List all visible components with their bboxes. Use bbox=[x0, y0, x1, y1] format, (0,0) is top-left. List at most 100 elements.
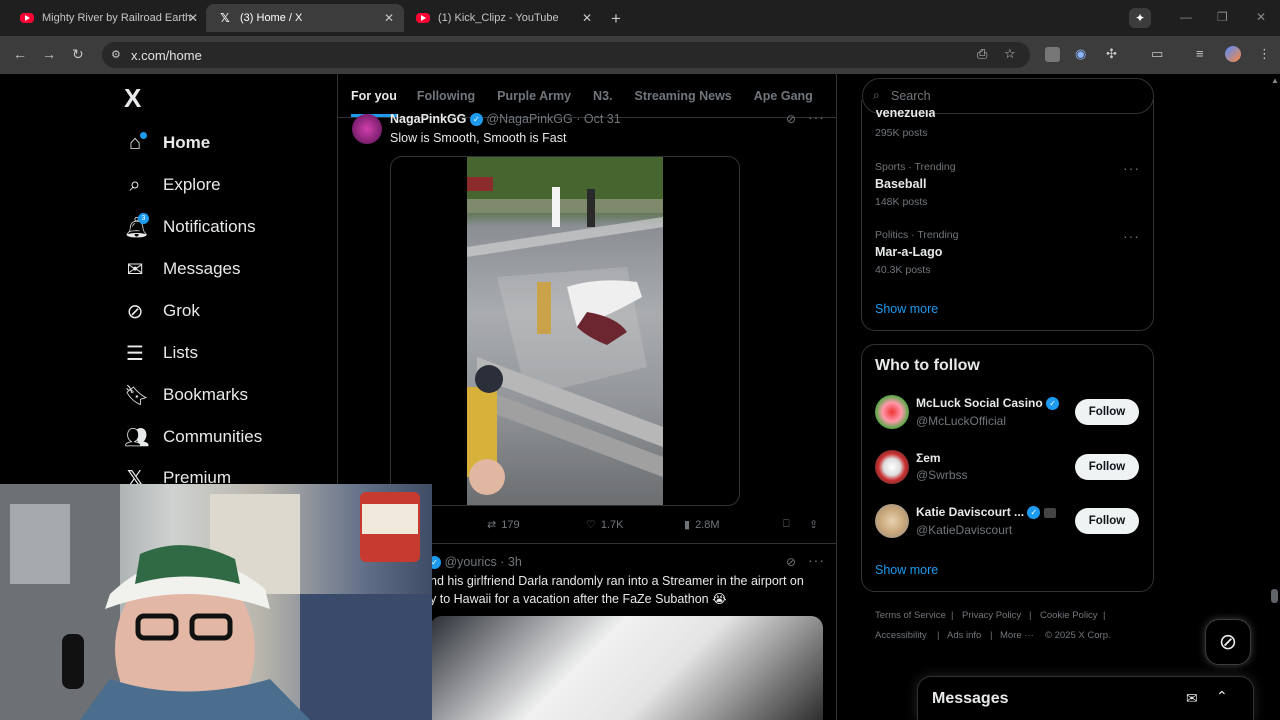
messages-drawer[interactable]: Messages ✉ ⌃ bbox=[917, 676, 1254, 720]
footer-ads[interactable]: Ads info bbox=[947, 630, 981, 641]
who-name[interactable]: McLuck Social Casino ✓ bbox=[916, 396, 1060, 411]
trend-name[interactable]: Baseball bbox=[875, 177, 926, 191]
who-handle[interactable]: @McLuckOfficial bbox=[916, 414, 1006, 428]
grok-icon[interactable]: ⊘ bbox=[786, 112, 796, 126]
nav-item-grok[interactable]: ⊘ Grok bbox=[124, 297, 200, 325]
scrollbar[interactable] bbox=[1270, 74, 1280, 720]
site-info-icon[interactable]: ⚙ bbox=[111, 48, 121, 61]
views-button[interactable]: ▮ 2.8M bbox=[684, 518, 720, 532]
tab-ape-gang[interactable]: Ape Gang bbox=[754, 89, 813, 103]
avatar[interactable] bbox=[352, 114, 382, 144]
install-app-icon[interactable]: ⎙ bbox=[977, 46, 987, 62]
grok-icon[interactable]: ⊘ bbox=[786, 555, 796, 569]
menu-kebab-icon[interactable]: ⋮ bbox=[1258, 46, 1271, 62]
author-handle[interactable]: @yourics bbox=[444, 555, 496, 569]
like-button[interactable]: ♡ 1.7K bbox=[586, 518, 624, 532]
footer-more[interactable]: More ··· bbox=[1000, 630, 1034, 641]
more-icon[interactable]: ··· bbox=[808, 109, 825, 125]
back-icon[interactable]: ← bbox=[13, 46, 27, 62]
who-name[interactable]: Katie Daviscourt ... ✓ bbox=[916, 505, 1056, 520]
tweet-media[interactable] bbox=[430, 616, 823, 720]
tab-following[interactable]: Following bbox=[417, 89, 475, 103]
who-handle[interactable]: @Swrbss bbox=[916, 468, 968, 482]
avatar[interactable] bbox=[875, 395, 909, 429]
sidepanel-icon[interactable]: ▭ bbox=[1151, 46, 1163, 62]
share-icon: ⇪ bbox=[809, 519, 819, 531]
x-logo-icon[interactable]: X bbox=[124, 83, 141, 114]
footer-separator: | bbox=[990, 630, 993, 641]
footer-terms[interactable]: Terms of Service bbox=[875, 610, 946, 621]
tab-for-you[interactable]: For you bbox=[351, 75, 397, 117]
profile-avatar[interactable] bbox=[1225, 46, 1241, 62]
extension-audio-icon[interactable]: ◉ bbox=[1075, 46, 1086, 62]
browser-tab-2[interactable]: 𝕏 (3) Home / X ✕ bbox=[206, 4, 404, 32]
media-icon[interactable]: ≡ bbox=[1196, 46, 1204, 61]
trend-name[interactable]: Mar-a-Lago bbox=[875, 245, 942, 259]
show-more-link[interactable]: Show more bbox=[875, 302, 938, 316]
mail-icon: ✉ bbox=[126, 258, 144, 281]
footer-privacy[interactable]: Privacy Policy bbox=[962, 610, 1021, 621]
close-icon[interactable]: ✕ bbox=[188, 11, 198, 25]
avatar[interactable] bbox=[875, 504, 909, 538]
follow-button[interactable]: Follow bbox=[1075, 399, 1139, 425]
nav-item-messages[interactable]: ✉ Messages bbox=[124, 255, 241, 283]
grok-button[interactable]: ⊘ bbox=[1205, 619, 1251, 665]
close-icon[interactable]: ✕ bbox=[384, 11, 394, 25]
trend-name[interactable]: Venezuela bbox=[875, 110, 935, 122]
extension-icon[interactable] bbox=[1045, 47, 1060, 62]
nav-item-label: Home bbox=[163, 133, 211, 152]
avatar[interactable] bbox=[875, 450, 909, 484]
nav-item-explore[interactable]: ⌕ Explore bbox=[124, 171, 220, 199]
tweet-video[interactable] bbox=[467, 157, 663, 505]
tab-n3[interactable]: N3. bbox=[593, 89, 612, 103]
footer-accessibility[interactable]: Accessibility bbox=[875, 630, 927, 641]
more-icon[interactable]: ··· bbox=[1123, 228, 1140, 244]
address-bar[interactable]: x.com/home bbox=[102, 42, 1030, 68]
nav-item-home[interactable]: ⌂ Home bbox=[124, 129, 210, 157]
view-count: 2.8M bbox=[695, 518, 720, 531]
youtube-icon bbox=[416, 11, 430, 25]
affiliate-badge bbox=[1043, 507, 1056, 518]
follow-button[interactable]: Follow bbox=[1075, 454, 1139, 480]
who-handle[interactable]: @KatieDaviscourt bbox=[916, 523, 1012, 537]
grok-icon: ⊘ bbox=[126, 300, 144, 323]
bookmark-button[interactable]: ⎕ bbox=[783, 518, 790, 531]
forward-icon[interactable]: → bbox=[42, 46, 56, 62]
browser-tab-title: Mighty River by Railroad Earth bbox=[42, 12, 192, 24]
window-close-icon[interactable]: ✕ bbox=[1256, 10, 1266, 24]
star-icon[interactable]: ☆ bbox=[1004, 46, 1016, 62]
nav-item-bookmarks[interactable]: 🔖︎ Bookmarks bbox=[124, 381, 248, 409]
nav-item-notifications[interactable]: 🔔︎ 3 Notifications bbox=[124, 212, 256, 241]
browser-tab-3[interactable]: (1) Kick_Clipz - YouTube ✕ bbox=[404, 4, 602, 32]
trend-posts: 40.3K posts bbox=[875, 264, 931, 276]
retweet-button[interactable]: ⇄ 179 bbox=[487, 518, 520, 532]
show-more-link[interactable]: Show more bbox=[875, 563, 938, 577]
puzzle-icon[interactable]: ✣ bbox=[1106, 46, 1117, 62]
who-name[interactable]: Ʃem bbox=[916, 451, 941, 465]
tweet-time[interactable]: 3h bbox=[508, 555, 522, 569]
tab-purple-army[interactable]: Purple Army bbox=[497, 89, 571, 103]
tab-streaming-news[interactable]: Streaming News bbox=[635, 89, 732, 103]
minimize-icon[interactable]: — bbox=[1180, 10, 1192, 24]
footer-cookie[interactable]: Cookie Policy bbox=[1040, 610, 1098, 621]
author-name[interactable]: NagaPinkGG bbox=[390, 112, 466, 126]
expand-icon[interactable]: ⌃ bbox=[1216, 688, 1228, 705]
compose-message-icon[interactable]: ✉ bbox=[1186, 690, 1198, 707]
reload-icon[interactable]: ↻ bbox=[72, 46, 84, 63]
scroll-up-icon[interactable]: ▲ bbox=[1271, 76, 1279, 85]
nav-item-lists[interactable]: ☰ Lists bbox=[124, 339, 198, 367]
new-tab-icon[interactable]: + bbox=[611, 9, 621, 29]
share-button[interactable]: ⇪ bbox=[809, 518, 818, 531]
more-icon[interactable]: ··· bbox=[1123, 160, 1140, 176]
tweet-time[interactable]: Oct 31 bbox=[584, 112, 621, 126]
browser-tab-1[interactable]: Mighty River by Railroad Earth ✕ bbox=[8, 4, 208, 32]
scrollbar-thumb[interactable] bbox=[1271, 589, 1278, 603]
more-icon[interactable]: ··· bbox=[808, 552, 825, 568]
webcam-overlay bbox=[0, 484, 432, 720]
gemini-icon[interactable]: ✦ bbox=[1129, 8, 1151, 28]
close-icon[interactable]: ✕ bbox=[582, 11, 592, 25]
maximize-icon[interactable]: ❐ bbox=[1217, 10, 1228, 24]
author-handle[interactable]: @NagaPinkGG bbox=[486, 112, 572, 126]
follow-button[interactable]: Follow bbox=[1075, 508, 1139, 534]
nav-item-communities[interactable]: 👥︎ Communities bbox=[124, 423, 262, 451]
